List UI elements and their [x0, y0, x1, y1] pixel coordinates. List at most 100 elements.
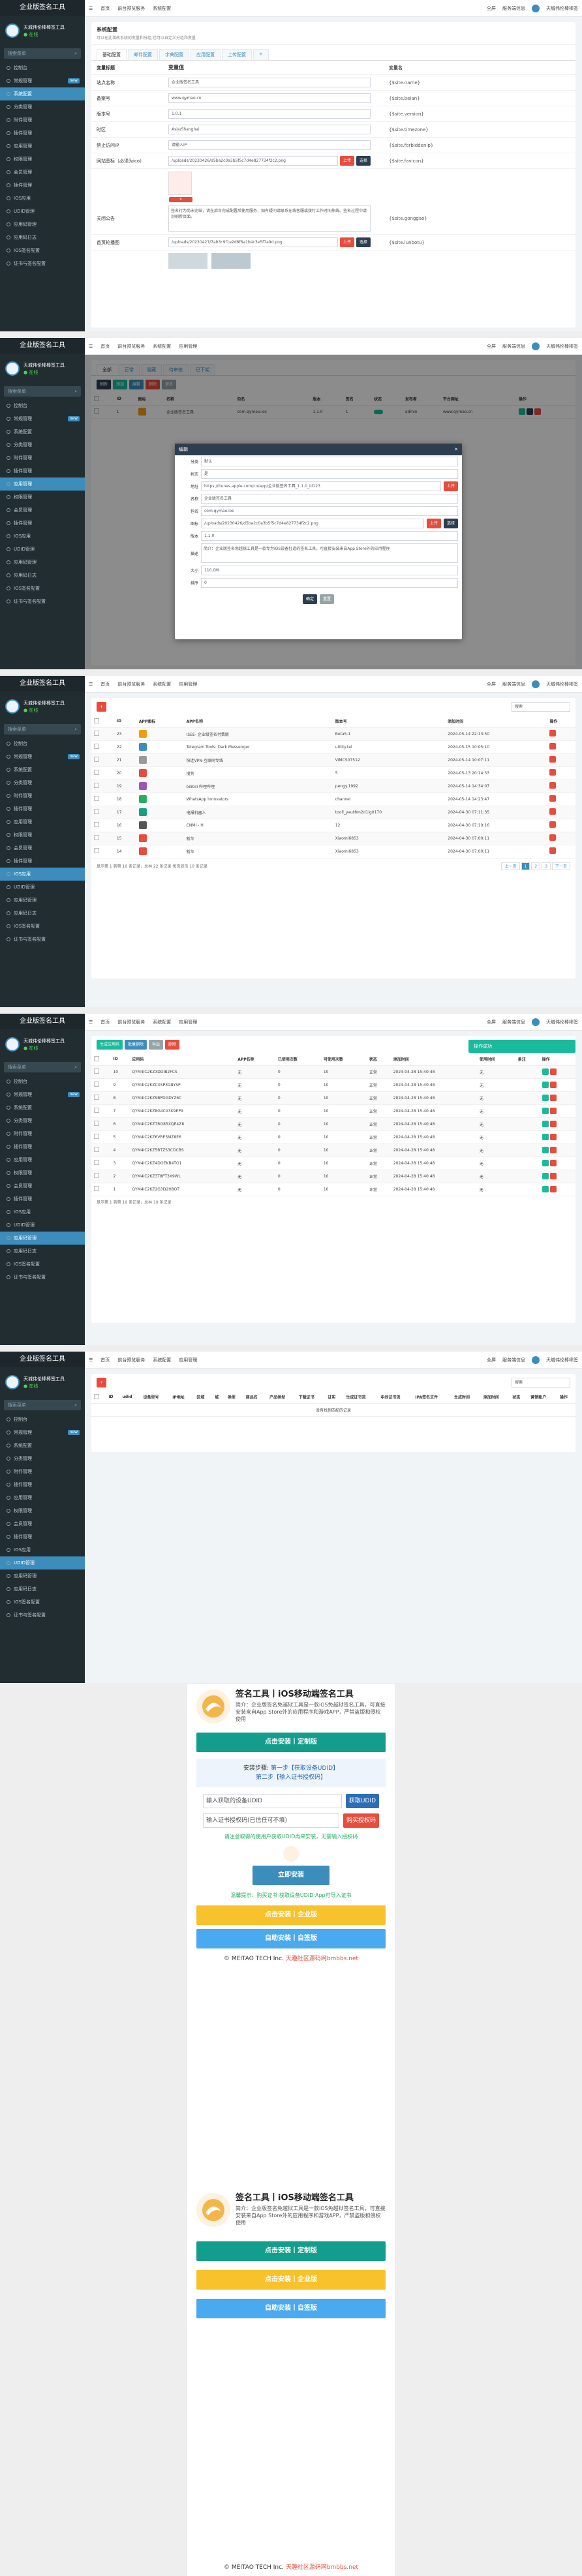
topnav-item[interactable]: 首页 [100, 343, 110, 350]
user-menu[interactable]: 天城伟伦棒棒签 [546, 1019, 578, 1025]
user-avatar-icon[interactable] [532, 1018, 540, 1026]
sidebar-item[interactable]: 应用管理 [0, 140, 85, 153]
tab-4[interactable]: 上传配置 [222, 49, 252, 60]
sidebar-item[interactable]: 会员管理 [0, 841, 85, 855]
delete-button[interactable] [549, 808, 557, 815]
action-button-1[interactable] [549, 1121, 557, 1127]
field-input[interactable]: 默认 [201, 457, 458, 466]
sidebar-item[interactable]: 附件管理 [0, 114, 85, 127]
sidebar-item[interactable]: 应用码管理 [0, 894, 85, 907]
desc-textarea[interactable]: 简介：企业版签名免越狱工具是一款专为iOS设备打造的签名工具，可直接安装来自Ap… [201, 543, 458, 563]
topnav-item[interactable]: 前台预览服务 [117, 1019, 145, 1025]
page-button[interactable]: 2 [531, 862, 541, 870]
checkbox[interactable] [94, 770, 99, 775]
fullscreen-button[interactable]: 全屏 [487, 1357, 496, 1363]
sidebar-item[interactable]: 系统配置 [0, 763, 85, 776]
checkbox[interactable] [94, 783, 99, 788]
sidebar-item[interactable]: 证书与签名配置 [0, 1271, 85, 1284]
sidebar-item[interactable]: 系统配置 [0, 425, 85, 438]
upload-button[interactable]: 上传 [339, 156, 354, 166]
choose-button[interactable]: 选择 [443, 519, 458, 528]
checkbox[interactable] [94, 1055, 99, 1061]
user-menu[interactable]: 天城伟伦棒棒签 [546, 681, 578, 688]
row-select[interactable] [91, 1065, 111, 1079]
notice-textarea[interactable]: 签名行为尚未完结，请在后台完成配置后使用服务，如有疑问请联系在线客服或拨打工作时… [168, 205, 371, 232]
sidebar-item[interactable]: 插件管理 [0, 464, 85, 477]
field-input[interactable]: 110.0M [201, 566, 458, 575]
field-input[interactable]: 0 [201, 578, 458, 588]
delete-button[interactable] [549, 756, 557, 763]
sidebar-item[interactable]: UDID管理 [0, 1219, 85, 1232]
action-button-1[interactable] [549, 1068, 557, 1075]
row-select[interactable] [91, 845, 114, 858]
config-input[interactable]: 企业版签名工具 [168, 78, 371, 87]
sidebar-item[interactable]: 常规管理 new [0, 1088, 85, 1101]
sidebar-item[interactable]: IOS应用 [0, 530, 85, 543]
auth-code-input[interactable]: 输入证书授权码(已信任可不填) [203, 1813, 339, 1828]
server-info-button[interactable]: 服务端信息 [502, 343, 525, 350]
sidebar-item[interactable]: IOS签名配置 [0, 920, 85, 933]
topnav-item[interactable]: 应用管理 [179, 1019, 197, 1025]
delete-button[interactable] [549, 782, 557, 789]
sidebar-item[interactable]: 系统配置 [0, 1101, 85, 1114]
sidebar-item[interactable]: 应用码管理 [0, 218, 85, 231]
sidebar-item[interactable]: 分类管理 [0, 1114, 85, 1127]
topnav-item[interactable]: 系统配置 [153, 681, 171, 688]
row-select[interactable] [91, 780, 114, 793]
row-select[interactable] [91, 753, 114, 767]
checkbox[interactable] [94, 1393, 99, 1399]
sidebar-item[interactable]: IOS应用 [0, 1543, 85, 1556]
toolbar-button-1[interactable]: 批量删除 [125, 1040, 147, 1050]
server-info-button[interactable]: 服务端信息 [502, 5, 525, 12]
field-input[interactable]: 企业版签名工具 [201, 494, 458, 504]
checkbox[interactable] [94, 1108, 99, 1113]
row-select[interactable] [91, 793, 114, 806]
toolbar-button-3[interactable]: 删除 [165, 1040, 180, 1050]
delete-button[interactable] [549, 821, 557, 828]
remove-image-button[interactable]: × [169, 197, 192, 202]
choose-button[interactable]: 选择 [356, 237, 371, 247]
sidebar-search[interactable]: 搜索菜单 ⌕ [4, 48, 81, 59]
checkbox[interactable] [94, 848, 99, 853]
fullscreen-button[interactable]: 全屏 [487, 343, 496, 350]
row-select[interactable] [91, 1144, 111, 1157]
user-avatar-icon[interactable] [532, 680, 540, 688]
self-install-button[interactable]: 自助安装丨自签版 [196, 1929, 386, 1948]
topnav-item[interactable]: 首页 [100, 681, 110, 688]
row-select[interactable] [91, 740, 114, 754]
sidebar-item[interactable]: 系统配置 [0, 1439, 85, 1452]
sidebar-search[interactable]: 搜索菜单 ⌕ [4, 386, 81, 397]
select-all[interactable] [91, 1391, 106, 1404]
config-input[interactable]: /uploads/20230427/7ab3c9f1e2d8f6a1b4c3e5… [168, 237, 338, 247]
sidebar-item[interactable]: 应用码管理 [0, 1232, 85, 1245]
action-button-0[interactable] [542, 1173, 549, 1179]
tab-2[interactable]: 字典配置 [159, 49, 189, 60]
tab-0[interactable]: 基础配置 [97, 49, 127, 60]
sidebar-item[interactable]: 证书与签名配置 [0, 933, 85, 946]
fullscreen-button[interactable]: 全屏 [487, 1019, 496, 1025]
sidebar-item[interactable]: 权限管理 [0, 1504, 85, 1517]
checkbox[interactable] [94, 731, 99, 736]
action-button-0[interactable] [542, 1121, 549, 1127]
delete-button[interactable] [549, 834, 557, 841]
menu-toggle-icon[interactable]: ☰ [89, 344, 93, 349]
sidebar-item[interactable]: 应用码管理 [0, 1569, 85, 1583]
sidebar-item[interactable]: 应用码日志 [0, 1245, 85, 1258]
sidebar-item[interactable]: IOS签名配置 [0, 244, 85, 257]
action-button-1[interactable] [549, 1173, 557, 1179]
menu-toggle-icon[interactable]: ☰ [89, 1020, 93, 1025]
sidebar-item[interactable]: 插件管理 [0, 1140, 85, 1153]
tab-3[interactable]: 应用配置 [191, 49, 221, 60]
checkbox[interactable] [94, 1121, 99, 1126]
sidebar-item[interactable]: 附件管理 [0, 451, 85, 464]
search-input[interactable]: 搜索 [512, 1378, 570, 1387]
fullscreen-button[interactable]: 全屏 [487, 681, 496, 688]
action-button-1[interactable] [549, 1095, 557, 1101]
page-button[interactable]: 上一页 [501, 862, 520, 870]
sidebar-search[interactable]: 搜索菜单 ⌕ [4, 724, 81, 735]
get-udid-button[interactable]: 获取UDID [345, 1794, 379, 1808]
sidebar-item[interactable]: 常规管理 new [0, 74, 85, 87]
reset-button[interactable]: 重置 [320, 594, 335, 604]
sidebar-item[interactable]: 控制台 [0, 399, 85, 412]
action-button-1[interactable] [549, 1186, 557, 1192]
